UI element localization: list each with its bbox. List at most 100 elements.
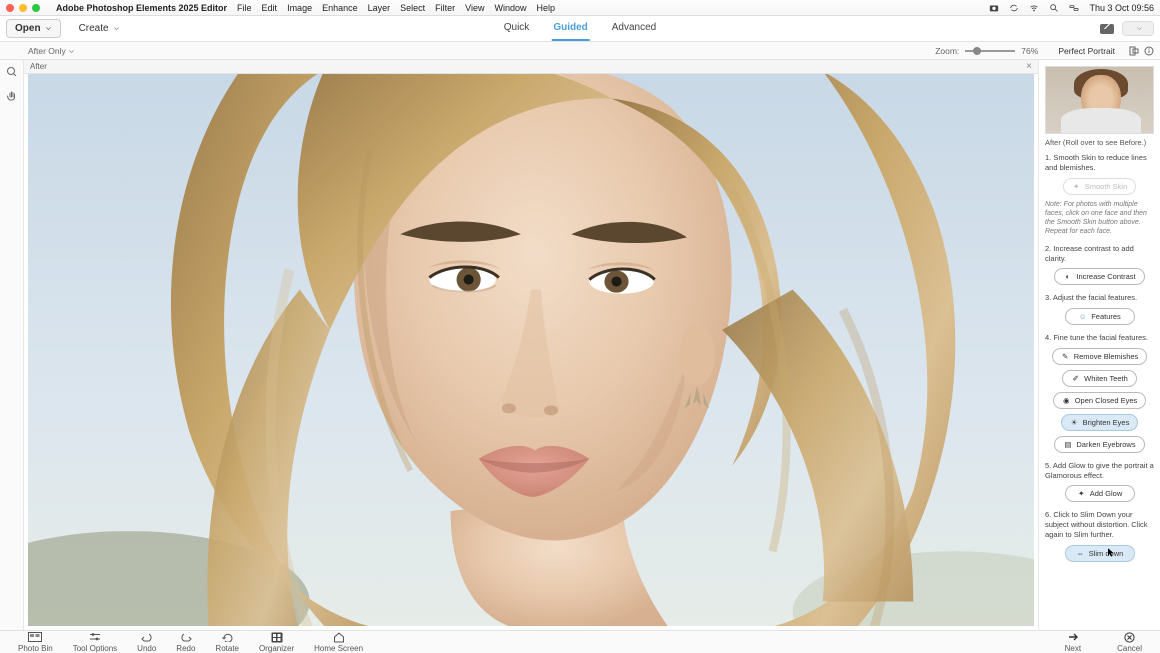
redo-icon [179, 632, 193, 643]
tab-quick[interactable]: Quick [502, 16, 532, 41]
close-window-icon[interactable] [6, 4, 14, 12]
menu-edit[interactable]: Edit [262, 3, 278, 13]
view-mode-dropdown[interactable]: After Only [28, 46, 75, 56]
mac-menu-bar: Adobe Photoshop Elements 2025 Editor Fil… [0, 0, 1160, 16]
create-button[interactable]: Create [71, 20, 128, 37]
canvas-area: After × [24, 60, 1038, 630]
guided-panel: After (Roll over to see Before.) 1. Smoo… [1038, 60, 1160, 630]
undo-label: Undo [137, 644, 156, 653]
heal-icon: ✎ [1061, 352, 1070, 361]
cancel-label: Cancel [1117, 644, 1142, 653]
face-icon: ☺ [1078, 312, 1087, 321]
glow-icon: ✦ [1077, 489, 1086, 498]
portrait-photo [28, 74, 1034, 626]
increase-contrast-label: Increase Contrast [1076, 272, 1135, 281]
sliders-icon: ▤ [1063, 440, 1072, 449]
add-glow-label: Add Glow [1090, 489, 1123, 498]
share-button[interactable] [1122, 21, 1154, 36]
tools-sidebar [0, 60, 24, 630]
window-controls[interactable] [6, 4, 40, 12]
info-icon[interactable] [1144, 46, 1154, 56]
minimize-window-icon[interactable] [19, 4, 27, 12]
fullscreen-window-icon[interactable] [32, 4, 40, 12]
tool-options-button[interactable]: Tool Options [63, 632, 127, 653]
camera-icon[interactable] [989, 3, 999, 13]
open-button-label: Open [15, 23, 41, 34]
sub-toolbar: After Only Zoom: 76% Perfect Portrait [0, 42, 1160, 60]
slim-down-label: Slim down [1089, 549, 1124, 558]
zoom-label: Zoom: [935, 46, 959, 56]
organizer-button[interactable]: Organizer [249, 632, 304, 653]
remove-blemishes-label: Remove Blemishes [1074, 352, 1139, 361]
main-toolbar: Open Create Quick Guided Advanced [0, 16, 1160, 42]
rotate-button[interactable]: Rotate [205, 632, 249, 653]
features-button[interactable]: ☺ Features [1065, 308, 1135, 325]
clock[interactable]: Thu 3 Oct 09:56 [1089, 3, 1154, 13]
hand-tool-icon[interactable] [6, 90, 18, 102]
menu-filter[interactable]: Filter [435, 3, 455, 13]
step-2-text: 2. Increase contrast to add clarity. [1045, 244, 1154, 264]
tab-guided[interactable]: Guided [551, 16, 589, 41]
whiten-teeth-label: Whiten Teeth [1084, 374, 1128, 383]
undo-button[interactable]: Undo [127, 632, 166, 653]
smooth-skin-button[interactable]: ✦ Smooth Skin [1063, 178, 1137, 195]
contrast-icon: ◐ [1063, 272, 1072, 281]
open-button[interactable]: Open [6, 19, 61, 38]
create-button-label: Create [79, 23, 109, 34]
close-icon[interactable]: × [1026, 61, 1032, 72]
sun-icon: ☀ [1070, 418, 1079, 427]
home-icon [332, 632, 346, 643]
photo-bin-icon [28, 632, 42, 643]
open-closed-eyes-button[interactable]: ◉ Open Closed Eyes [1053, 392, 1147, 409]
add-glow-button[interactable]: ✦ Add Glow [1065, 485, 1135, 502]
menu-view[interactable]: View [465, 3, 484, 13]
photo-bin-label: Photo Bin [18, 644, 53, 653]
redo-button[interactable]: Redo [166, 632, 205, 653]
search-icon[interactable] [1049, 3, 1059, 13]
increase-contrast-button[interactable]: ◐ Increase Contrast [1054, 268, 1144, 285]
preview-caption: After (Roll over to see Before.) [1045, 138, 1154, 147]
menu-image[interactable]: Image [287, 3, 312, 13]
zoom-tool-icon[interactable] [6, 66, 18, 78]
chevron-down-icon [45, 25, 52, 32]
remove-blemishes-button[interactable]: ✎ Remove Blemishes [1052, 348, 1148, 365]
menu-help[interactable]: Help [537, 3, 556, 13]
chevron-down-icon [113, 25, 120, 32]
tab-advanced[interactable]: Advanced [610, 16, 658, 41]
sync-icon[interactable] [1009, 3, 1019, 13]
workspace: After × [0, 60, 1160, 630]
open-closed-eyes-label: Open Closed Eyes [1075, 396, 1138, 405]
control-center-icon[interactable] [1069, 3, 1079, 13]
rotate-icon [220, 632, 234, 643]
menu-file[interactable]: File [237, 3, 252, 13]
brighten-eyes-button[interactable]: ☀ Brighten Eyes [1061, 414, 1139, 431]
cancel-button[interactable]: Cancel [1107, 632, 1152, 653]
next-button[interactable]: Next [1055, 632, 1091, 653]
organizer-icon [270, 632, 284, 643]
zoom-value: 76% [1021, 46, 1038, 56]
darken-eyebrows-button[interactable]: ▤ Darken Eyebrows [1054, 436, 1144, 453]
chevron-down-icon [1136, 25, 1143, 32]
menu-window[interactable]: Window [495, 3, 527, 13]
orientation-icon[interactable] [1129, 46, 1139, 56]
slim-down-button[interactable]: ⇔ Slim down [1065, 545, 1135, 562]
preview-thumbnail[interactable] [1045, 66, 1154, 134]
canvas-image[interactable] [28, 74, 1034, 626]
menu-enhance[interactable]: Enhance [322, 3, 358, 13]
step-1-text: 1. Smooth Skin to reduce lines and blemi… [1045, 153, 1154, 173]
tool-options-icon [88, 632, 102, 643]
whiten-teeth-button[interactable]: ✐ Whiten Teeth [1062, 370, 1137, 387]
mailbox-icon[interactable] [1100, 24, 1114, 34]
step-6-text: 6. Click to Slim Down your subject witho… [1045, 510, 1154, 539]
chevron-down-icon [68, 48, 75, 55]
photo-bin-button[interactable]: Photo Bin [8, 632, 63, 653]
menu-select[interactable]: Select [400, 3, 425, 13]
step-1-note: Note: For photos with multiple faces, cl… [1045, 200, 1154, 236]
menu-layer[interactable]: Layer [368, 3, 391, 13]
cancel-icon [1123, 632, 1137, 643]
features-label: Features [1091, 312, 1121, 321]
wifi-icon[interactable] [1029, 3, 1039, 13]
step-5-text: 5. Add Glow to give the portrait a Glamo… [1045, 461, 1154, 481]
zoom-slider[interactable] [965, 50, 1015, 52]
home-screen-button[interactable]: Home Screen [304, 632, 373, 653]
